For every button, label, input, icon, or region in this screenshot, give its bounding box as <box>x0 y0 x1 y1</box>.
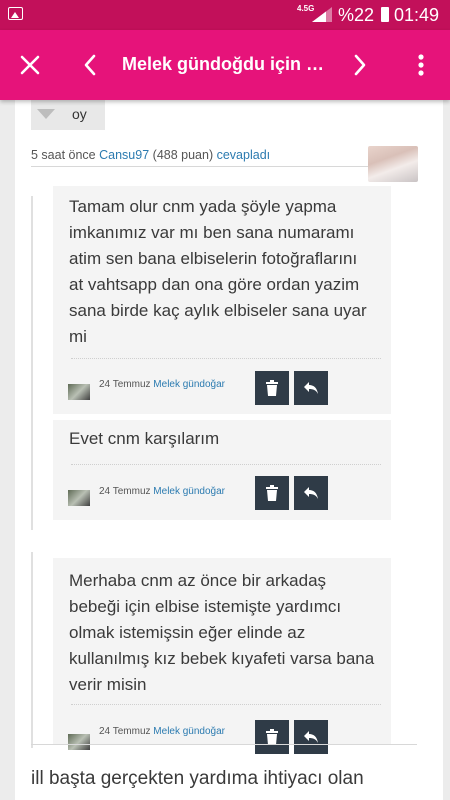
delete-button[interactable] <box>255 371 289 405</box>
comment-divider <box>71 464 381 465</box>
answer-points: (488 puan) <box>152 148 214 162</box>
comment-author-link[interactable]: Melek gündoğar <box>153 379 225 390</box>
close-button[interactable] <box>10 45 50 85</box>
next-button[interactable] <box>340 45 380 85</box>
vote-button[interactable]: oy <box>31 100 105 130</box>
comment-date: 24 Temmuz <box>99 379 151 390</box>
app-bar: Melek gündoğdu için ara... <box>0 30 450 100</box>
trash-icon <box>266 729 278 745</box>
page-title: Melek gündoğdu için ara... <box>122 54 334 74</box>
trash-icon <box>266 380 278 396</box>
answer-meta: 5 saat önce Cansu97 (488 puan) cevapladı <box>31 148 270 162</box>
reply-button[interactable] <box>294 476 328 510</box>
comment-avatar[interactable] <box>68 734 90 750</box>
comment-text: Evet cnm karşılarım <box>69 429 220 448</box>
previous-button[interactable] <box>70 45 110 85</box>
comment-text: Tamam olur cnm yada şöyle yapma imkanımı… <box>69 197 367 346</box>
more-vert-icon <box>418 54 424 76</box>
comment-date: 24 Temmuz <box>99 486 151 497</box>
comment-divider <box>71 358 381 359</box>
comment-avatar[interactable] <box>68 384 90 400</box>
vote-down-icon <box>37 109 55 119</box>
comment-item: Tamam olur cnm yada şöyle yapma imkanımı… <box>53 186 391 414</box>
divider <box>31 744 417 745</box>
comment-author-link[interactable]: Melek gündoğar <box>153 726 225 737</box>
reply-icon <box>304 731 318 743</box>
comment-divider <box>71 704 381 705</box>
status-bar: 4.5G %22 01:49 <box>0 0 450 30</box>
reply-button[interactable] <box>294 371 328 405</box>
answer-action-link[interactable]: cevapladı <box>217 148 271 162</box>
trash-icon <box>266 485 278 501</box>
comment-item: Merhaba cnm az önce bir arkadaş bebeği i… <box>53 558 391 754</box>
divider <box>31 166 371 167</box>
clock: 01:49 <box>394 5 440 25</box>
signal-icon <box>312 7 332 22</box>
comment-avatar[interactable] <box>68 490 90 506</box>
more-options-button[interactable] <box>401 45 441 85</box>
comment-meta: 24 Temmuz Melek gündoğar <box>99 486 225 497</box>
answer-time: 5 saat önce <box>31 148 96 162</box>
comment-author-link[interactable]: Melek gündoğar <box>153 486 225 497</box>
vote-label: oy <box>72 106 87 122</box>
thread-border <box>31 196 33 530</box>
comment-meta: 24 Temmuz Melek gündoğar <box>99 379 225 390</box>
chevron-left-icon <box>84 54 96 76</box>
reply-icon <box>304 382 318 394</box>
reply-button[interactable] <box>294 720 328 754</box>
delete-button[interactable] <box>255 476 289 510</box>
avatar[interactable] <box>368 146 418 182</box>
chevron-right-icon <box>354 54 366 76</box>
battery-icon <box>381 7 389 22</box>
next-answer-text: ill başta gerçekten yardıma ihtiyacı ola… <box>31 768 364 789</box>
battery-percent: %22 <box>338 5 375 25</box>
close-icon <box>20 55 40 75</box>
thread-border <box>31 552 33 748</box>
delete-button[interactable] <box>255 720 289 754</box>
comment-date: 24 Temmuz <box>99 726 151 737</box>
answer-user-link[interactable]: Cansu97 <box>99 148 149 162</box>
image-icon <box>8 7 23 20</box>
comment-meta: 24 Temmuz Melek gündoğar <box>99 726 225 737</box>
reply-icon <box>304 487 318 499</box>
comment-item: Evet cnm karşılarım 24 Temmuz Melek günd… <box>53 420 391 520</box>
comment-text: Merhaba cnm az önce bir arkadaş bebeği i… <box>69 571 375 694</box>
answer-card: oy 5 saat önce Cansu97 (488 puan) cevapl… <box>15 100 443 800</box>
